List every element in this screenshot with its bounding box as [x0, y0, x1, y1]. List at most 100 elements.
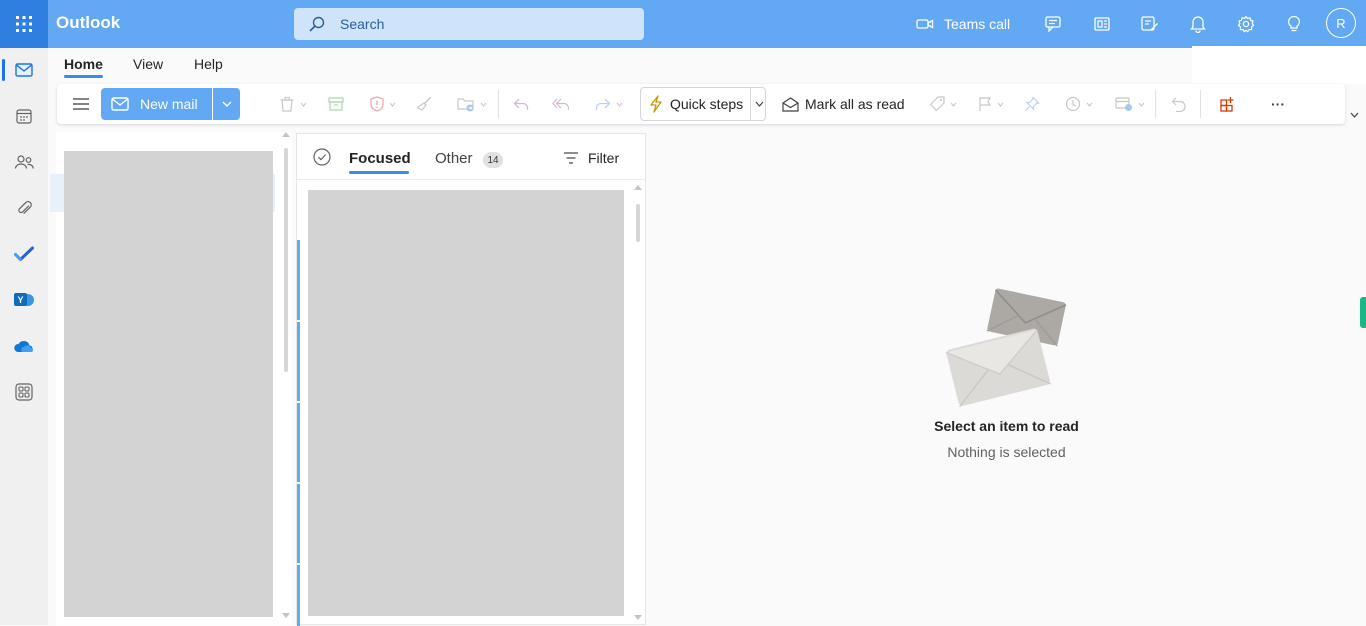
- header-blank-panel: [1192, 46, 1366, 84]
- my-day-button[interactable]: [1138, 10, 1162, 38]
- tab-focused-underline: [349, 171, 409, 174]
- tab-view[interactable]: View: [133, 56, 163, 72]
- rail-mail[interactable]: [0, 50, 48, 90]
- unread-indicator: [297, 240, 300, 320]
- tab-other[interactable]: Other: [435, 150, 473, 167]
- quick-steps-button[interactable]: Quick steps: [640, 87, 766, 121]
- more-options-button[interactable]: ···: [1265, 84, 1291, 124]
- new-mail-button[interactable]: New mail: [101, 88, 212, 120]
- forward-button[interactable]: [591, 84, 627, 124]
- gear-icon: [1237, 15, 1255, 33]
- caret-down-icon: [634, 615, 642, 620]
- teams-call-button[interactable]: Teams call: [916, 10, 1024, 38]
- lightbulb-icon: [1288, 15, 1300, 32]
- reply-all-button[interactable]: [549, 84, 573, 124]
- folder-pane: [50, 132, 292, 625]
- categorize-button[interactable]: [925, 84, 961, 124]
- folder-scrollbar-thumb[interactable]: [284, 148, 288, 372]
- check-circle-icon: [313, 148, 331, 166]
- teams-call-label: Teams call: [944, 16, 1011, 32]
- list-scrollbar-thumb[interactable]: [636, 204, 640, 242]
- app-launcher-button[interactable]: [0, 0, 48, 48]
- sweep-button[interactable]: [413, 84, 435, 124]
- message-list-pane: Focused Other 14 Filter: [296, 133, 646, 626]
- note-edit-icon: [1141, 16, 1158, 31]
- ribbon-expand-button[interactable]: [1350, 112, 1359, 118]
- add-ins-button[interactable]: [1217, 84, 1239, 124]
- tab-focused[interactable]: Focused: [349, 150, 411, 167]
- caret-up-icon: [634, 185, 642, 190]
- open-envelope-icon: [782, 96, 799, 112]
- tab-help[interactable]: Help: [194, 56, 223, 72]
- folder-move-icon: [457, 98, 474, 112]
- select-all-button[interactable]: [313, 148, 331, 166]
- tips-button[interactable]: [1282, 10, 1306, 38]
- unread-indicator: [297, 484, 300, 563]
- mail-icon: [111, 97, 129, 111]
- notifications-button[interactable]: [1186, 10, 1210, 38]
- rail-todo[interactable]: [0, 234, 48, 274]
- new-mail-dropdown[interactable]: [213, 88, 240, 120]
- side-panel-handle[interactable]: [1360, 297, 1366, 328]
- filter-label: Filter: [588, 150, 620, 166]
- tab-home-underline: [64, 75, 103, 78]
- chevron-down-icon: [1350, 112, 1359, 118]
- rail-files[interactable]: [0, 188, 48, 228]
- undo-icon: [1171, 97, 1186, 112]
- rail-more-apps[interactable]: [0, 372, 48, 412]
- rail-calendar[interactable]: [0, 96, 48, 136]
- chevron-down-icon: [1138, 102, 1145, 107]
- tag-icon: [929, 96, 945, 112]
- yammer-icon: Y: [14, 293, 34, 306]
- app-title[interactable]: Outlook: [56, 13, 120, 33]
- snooze-button[interactable]: [1061, 84, 1097, 124]
- paperclip-icon: [18, 201, 32, 214]
- tab-home[interactable]: Home: [64, 56, 103, 72]
- pin-button[interactable]: [1021, 84, 1043, 124]
- rail-onedrive[interactable]: [0, 326, 48, 366]
- pin-icon: [1025, 96, 1040, 111]
- folder-scroll-down[interactable]: [282, 613, 290, 618]
- caret-up-icon: [282, 132, 290, 137]
- office-button[interactable]: [1090, 10, 1114, 38]
- report-button[interactable]: [365, 84, 401, 124]
- filter-button[interactable]: Filter: [563, 150, 619, 166]
- envelopes-icon: [945, 288, 1067, 407]
- rail-people[interactable]: [0, 142, 48, 182]
- chevron-down-icon: [480, 102, 487, 107]
- collapse-nav-button[interactable]: [69, 84, 93, 124]
- search-box[interactable]: Search: [294, 8, 644, 40]
- flag-button[interactable]: [973, 84, 1009, 124]
- message-list-placeholder: [308, 190, 624, 616]
- hamburger-icon: [73, 98, 89, 110]
- chevron-down-icon: [950, 102, 957, 107]
- mail-rules-icon: [1115, 97, 1132, 111]
- avatar[interactable]: R: [1326, 8, 1356, 38]
- mark-all-read-button[interactable]: Mark all as read: [782, 84, 906, 124]
- reply-icon: [513, 98, 529, 110]
- quick-steps-divider: [750, 88, 752, 120]
- folder-scroll-up[interactable]: [282, 132, 290, 137]
- rail-yammer[interactable]: Y: [0, 280, 48, 320]
- top-header: Outlook Search Teams call R: [0, 0, 1366, 48]
- todo-check-icon: [14, 246, 34, 261]
- unread-indicator: [297, 322, 300, 401]
- people-icon: [14, 155, 34, 169]
- mark-all-read-label: Mark all as read: [805, 96, 905, 112]
- settings-button[interactable]: [1234, 10, 1258, 38]
- video-camera-icon: [916, 19, 934, 29]
- reply-button[interactable]: [509, 84, 533, 124]
- archive-icon: [328, 97, 344, 111]
- toolbar-divider: [498, 90, 499, 118]
- list-scroll-up[interactable]: [634, 185, 642, 190]
- unread-indicator: [297, 565, 300, 626]
- empty-envelopes-illustration: [945, 285, 1069, 407]
- list-scroll-down[interactable]: [634, 615, 642, 620]
- rules-button[interactable]: [1111, 84, 1149, 124]
- meet-now-button[interactable]: [1042, 10, 1066, 38]
- delete-button[interactable]: [275, 84, 311, 124]
- archive-button[interactable]: [325, 84, 347, 124]
- undo-button[interactable]: [1168, 84, 1190, 124]
- move-to-button[interactable]: [453, 84, 491, 124]
- chevron-down-icon: [300, 102, 307, 107]
